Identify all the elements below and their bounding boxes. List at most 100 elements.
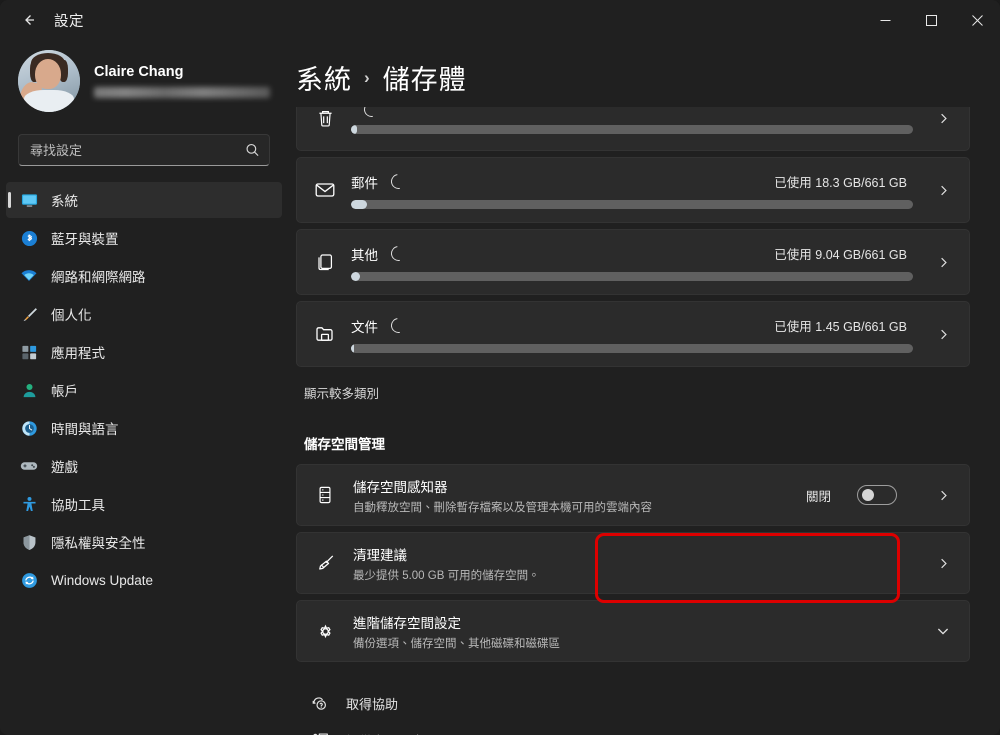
loading-spinner-icon: [388, 171, 409, 192]
row-title: 進階儲存空間設定: [353, 615, 461, 631]
search-container: [0, 120, 288, 176]
profile-name: Claire Chang: [94, 64, 184, 80]
storage-category-row[interactable]: 其他 已使用 9.04 GB/661 GB: [296, 229, 970, 295]
row-subtitle: 自動釋放空間、刪除暫存檔案以及管理本機可用的雲端內容: [353, 501, 652, 514]
back-button[interactable]: [12, 5, 46, 35]
user-profile[interactable]: Claire Chang: [0, 40, 288, 120]
category-usage: 已使用 1.45 GB/661 GB: [774, 320, 907, 334]
sidebar-item-bluetooth-devices[interactable]: 藍牙與裝置: [6, 220, 282, 256]
chevron-right-icon[interactable]: [933, 112, 953, 125]
sidebar-item-label: Windows Update: [51, 572, 154, 588]
sidebar-nav: 系統 藍牙與裝置 網路和網際網路 個人化 應用程式 帳戶 時間與語言 遊戲 協助…: [0, 176, 288, 600]
sidebar-item-personalization[interactable]: 個人化: [6, 296, 282, 332]
category-name: 其他: [351, 247, 378, 263]
monitor-icon: [20, 191, 38, 209]
advanced-storage-settings-row[interactable]: 進階儲存空間設定 備份選項、儲存空間、其他磁碟和磁碟區: [296, 600, 970, 662]
sidebar-item-label: 網路和網際網路: [51, 270, 146, 285]
row-subtitle: 備份選項、儲存空間、其他磁碟和磁碟區: [353, 637, 560, 650]
scroll-area[interactable]: 郵件 已使用 18.3 GB/661 GB 其他 已使用 9.04 GB/661…: [288, 107, 1000, 735]
account-icon: [20, 381, 38, 399]
feedback-icon: [308, 729, 330, 735]
sidebar-item-accessibility[interactable]: 協助工具: [6, 486, 282, 522]
chevron-right-icon[interactable]: [933, 328, 953, 341]
window-body: Claire Chang 尋找設定 系統 藍牙與裝置 網路和網際網路 個人化 應…: [0, 40, 1000, 735]
accessibility-icon: [20, 495, 38, 513]
window-title: 設定: [54, 13, 84, 30]
brush-icon: [20, 305, 38, 323]
sidebar-item-network-internet[interactable]: 網路和網際網路: [6, 258, 282, 294]
cleanup-recommendations-row[interactable]: 清理建議 最少提供 5.00 GB 可用的儲存空間。: [296, 532, 970, 594]
sidebar-item-apps[interactable]: 應用程式: [6, 334, 282, 370]
category-name: 文件: [351, 319, 378, 335]
get-help-link[interactable]: 取得協助: [304, 688, 970, 718]
toggle-state-label: 關閉: [805, 489, 831, 504]
sidebar-item-gaming[interactable]: 遊戲: [6, 448, 282, 484]
storage-sense-toggle[interactable]: [857, 485, 897, 505]
show-more-categories-link[interactable]: 顯示較多類別: [296, 373, 379, 402]
sidebar-item-label: 協助工具: [51, 498, 105, 513]
recycle-bin-icon: [313, 107, 337, 130]
content-pane: 系統 › 儲存體 郵件 已使用 18.3 GB/661 GB 其他 已使用 9.…: [288, 40, 1000, 735]
chevron-right-icon[interactable]: [933, 256, 953, 269]
give-feedback-link[interactable]: 提供意見反應: [304, 725, 970, 735]
sidebar-item-label: 系統: [51, 194, 78, 209]
sidebar-item-label: 個人化: [51, 308, 92, 323]
sidebar-item-label: 應用程式: [51, 346, 105, 361]
sidebar-item-label: 藍牙與裝置: [51, 232, 119, 247]
chevron-right-icon[interactable]: [933, 489, 953, 502]
sidebar-item-time-language[interactable]: 時間與語言: [6, 410, 282, 446]
sidebar-item-label: 隱私權與安全性: [51, 536, 146, 551]
storage-category-row[interactable]: 郵件 已使用 18.3 GB/661 GB: [296, 157, 970, 223]
title-bar: 設定: [0, 0, 1000, 40]
row-subtitle: 最少提供 5.00 GB 可用的儲存空間。: [353, 569, 540, 582]
section-title-storage-management: 儲存空間管理: [304, 437, 385, 452]
breadcrumb: 系統 › 儲存體: [296, 58, 1000, 97]
apps-icon: [20, 343, 38, 361]
breadcrumb-parent[interactable]: 系統: [296, 58, 352, 97]
loading-spinner-icon: [388, 243, 409, 264]
other-icon: [313, 250, 337, 274]
storage-sense-row[interactable]: 儲存空間感知器 自動釋放空間、刪除暫存檔案以及管理本機可用的雲端內容 關閉: [296, 464, 970, 526]
search-box[interactable]: [18, 134, 270, 166]
chevron-right-icon[interactable]: [933, 557, 953, 570]
gamepad-icon: [20, 457, 38, 475]
shield-icon: [20, 533, 38, 551]
sidebar-item-accounts[interactable]: 帳戶: [6, 372, 282, 408]
document-icon: [313, 322, 337, 346]
sidebar: Claire Chang 尋找設定 系統 藍牙與裝置 網路和網際網路 個人化 應…: [0, 40, 288, 735]
sidebar-item-system[interactable]: 系統: [6, 182, 282, 218]
page-title: 儲存體: [382, 65, 467, 95]
category-usage: 已使用 9.04 GB/661 GB: [774, 248, 907, 262]
sidebar-item-label: 時間與語言: [51, 422, 119, 437]
breadcrumb-separator: ›: [364, 67, 371, 87]
help-icon: [308, 692, 330, 714]
wifi-icon: [20, 267, 38, 285]
maximize-button[interactable]: [908, 0, 954, 40]
loading-spinner-icon: [388, 315, 409, 336]
sidebar-item-label: 遊戲: [51, 460, 78, 475]
gear-icon: [313, 619, 337, 643]
link-label: 提供意見反應: [346, 731, 424, 735]
row-title: 清理建議: [353, 547, 407, 563]
close-button[interactable]: [954, 0, 1000, 40]
usage-bar: [351, 343, 913, 353]
usage-bar: [351, 125, 913, 134]
storage-category-row[interactable]: [296, 107, 970, 151]
category-name: 郵件: [351, 175, 378, 191]
sidebar-item-privacy-security[interactable]: 隱私權與安全性: [6, 524, 282, 560]
chevron-right-icon[interactable]: [933, 184, 953, 197]
sidebar-item-label: 帳戶: [51, 384, 78, 399]
category-usage: 已使用 18.3 GB/661 GB: [774, 176, 907, 190]
chevron-down-icon[interactable]: [933, 624, 953, 638]
storage-category-row[interactable]: 文件 已使用 1.45 GB/661 GB: [296, 301, 970, 367]
broom-icon: [313, 551, 337, 575]
minimize-button[interactable]: [862, 0, 908, 40]
storage-sense-icon: [313, 483, 337, 507]
mail-icon: [313, 178, 337, 202]
sidebar-item-windows-update[interactable]: Windows Update: [6, 562, 282, 598]
search-input[interactable]: [19, 142, 269, 158]
search-icon: [245, 143, 260, 158]
loading-spinner-icon: [361, 107, 382, 120]
link-label: 取得協助: [346, 696, 399, 712]
usage-bar: [351, 199, 913, 209]
